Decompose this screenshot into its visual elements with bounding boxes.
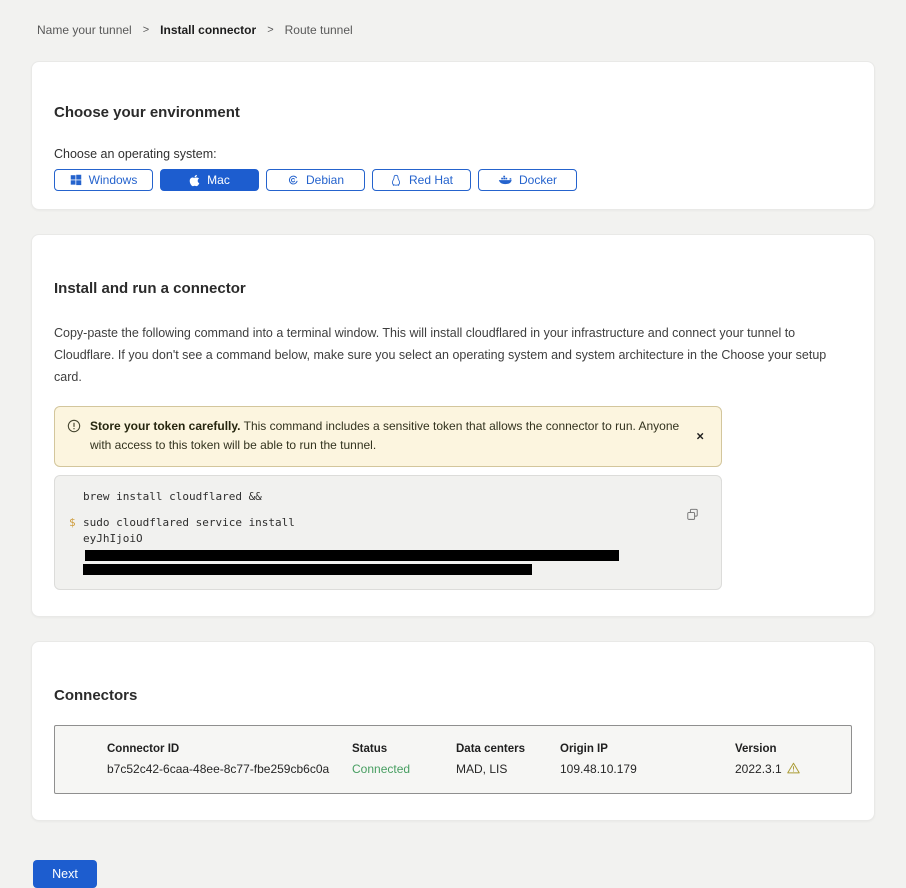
connector-status-value: Connected: [352, 762, 456, 777]
connector-version-value: 2022.3.1: [735, 762, 841, 777]
version-number: 2022.3.1: [735, 762, 782, 776]
choose-environment-card: Choose your environment Choose an operat…: [31, 61, 875, 210]
next-button[interactable]: Next: [33, 860, 97, 888]
breadcrumb-separator: >: [267, 24, 273, 36]
column-header-data-centers: Data centers: [456, 743, 560, 755]
close-icon[interactable]: ×: [692, 428, 708, 445]
breadcrumb-step-install-connector[interactable]: Install connector: [160, 23, 256, 37]
column-header-status: Status: [352, 743, 456, 755]
install-connector-card: Install and run a connector Copy-paste t…: [31, 234, 875, 617]
connectors-table: Connector ID Status Data centers Origin …: [54, 725, 852, 794]
breadcrumb: Name your tunnel > Install connector > R…: [31, 0, 875, 37]
connector-id-value: b7c52c42-6caa-48ee-8c77-fbe259cb6c0a: [107, 762, 352, 777]
column-header-connector-id: Connector ID: [107, 743, 352, 755]
os-button-row: Windows Mac Debian: [54, 169, 852, 193]
os-button-label: Windows: [89, 173, 138, 187]
windows-icon: [70, 174, 82, 186]
docker-whale-icon: [498, 174, 512, 186]
column-header-version: Version: [735, 743, 841, 755]
warning-triangle-icon: [787, 762, 800, 777]
column-header-origin-ip: Origin IP: [560, 743, 735, 755]
token-prefix: eyJhIjoiO: [83, 532, 143, 545]
os-button-label: Docker: [519, 173, 557, 187]
os-button-label: Red Hat: [409, 173, 453, 187]
connector-data-centers-value: MAD, LIS: [456, 762, 560, 777]
connectors-card: Connectors Connector ID Status Data cent…: [31, 641, 875, 820]
debian-swirl-icon: [287, 174, 299, 186]
connectors-title: Connectors: [54, 687, 852, 704]
code-gutter: [69, 531, 83, 564]
code-prompt-dollar: $: [69, 515, 83, 532]
code-line-sudo: sudo cloudflared service install: [83, 515, 295, 532]
install-instructions-text: Copy-paste the following command into a …: [54, 322, 852, 389]
code-line-brew: brew install cloudflared &&: [83, 489, 262, 506]
breadcrumb-separator: >: [143, 24, 149, 36]
code-line-token: eyJhIjoiO: [83, 531, 677, 564]
code-gutter: [69, 489, 83, 506]
token-warning-text: Store your token carefully. This command…: [90, 417, 687, 457]
install-command-codeblock[interactable]: brew install cloudflared && $ sudo cloud…: [54, 475, 722, 590]
os-button-debian[interactable]: Debian: [266, 169, 365, 191]
tunnel-setup-page: Name your tunnel > Install connector > R…: [0, 0, 906, 888]
breadcrumb-step-route-tunnel[interactable]: Route tunnel: [285, 23, 353, 37]
breadcrumb-step-name-your-tunnel[interactable]: Name your tunnel: [37, 23, 132, 37]
install-connector-title: Install and run a connector: [54, 280, 852, 297]
os-select-label: Choose an operating system:: [54, 147, 852, 161]
token-warning-bold: Store your token carefully.: [90, 419, 241, 433]
os-button-windows[interactable]: Windows: [54, 169, 153, 191]
os-button-mac[interactable]: Mac: [160, 169, 259, 191]
os-button-docker[interactable]: Docker: [478, 169, 577, 191]
os-button-label: Mac: [207, 173, 230, 187]
copy-icon[interactable]: [684, 506, 701, 526]
redacted-token-bar: [85, 550, 619, 561]
token-warning-banner: Store your token carefully. This command…: [54, 406, 722, 468]
connector-origin-ip-value: 109.48.10.179: [560, 762, 735, 777]
penguin-icon: [390, 174, 402, 187]
apple-icon: [189, 174, 200, 187]
os-button-label: Debian: [306, 173, 344, 187]
os-button-redhat[interactable]: Red Hat: [372, 169, 471, 191]
choose-environment-title: Choose your environment: [54, 104, 852, 121]
code-gutter: [69, 564, 83, 575]
redacted-token-bar: [83, 564, 532, 575]
alert-circle-icon: [67, 419, 81, 440]
